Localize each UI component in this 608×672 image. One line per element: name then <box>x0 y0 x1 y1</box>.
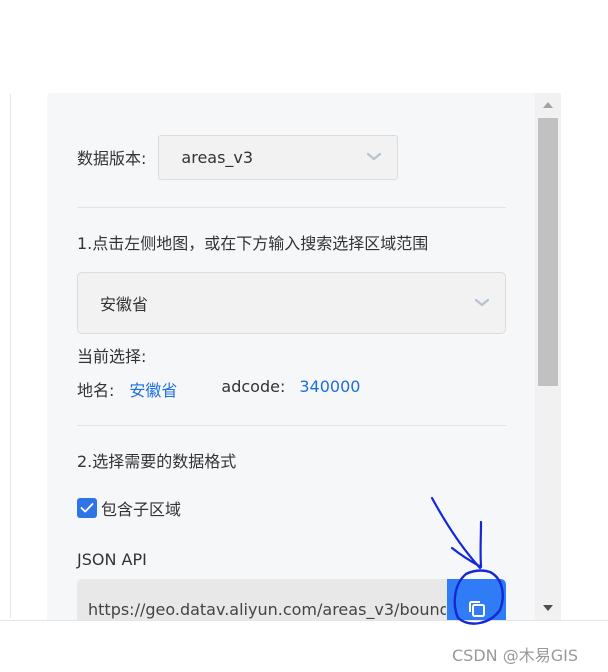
adcode-value: 340000 <box>299 377 361 396</box>
copy-url-button[interactable] <box>447 579 506 620</box>
triangle-down-icon <box>543 605 553 611</box>
region-search-select[interactable]: 安徽省 <box>77 272 506 334</box>
watermark: CSDN @木易GIS <box>452 646 578 665</box>
area-selector-panel: 数据版本: areas_v3 1.点击左侧地图，或在下方输入搜索选择区域范围 安… <box>47 93 535 620</box>
current-selection-label: 当前选择: <box>77 347 147 366</box>
section-divider <box>77 207 506 208</box>
section-divider <box>77 425 506 426</box>
scroll-thumb[interactable] <box>538 118 558 386</box>
region-select-value: 安徽省 <box>100 295 149 314</box>
copy-icon <box>468 601 485 617</box>
json-api-label: JSON API <box>77 550 147 569</box>
place-name-label: 地名: <box>77 381 115 400</box>
panel-scrollbar[interactable] <box>535 93 561 620</box>
bottom-border <box>0 620 608 621</box>
scroll-down-button[interactable] <box>535 596 561 620</box>
data-version-row: 数据版本: areas_v3 <box>77 134 399 180</box>
data-version-label: 数据版本: <box>77 149 147 168</box>
place-name-value: 安徽省 <box>129 381 178 400</box>
chevron-down-icon <box>367 153 382 161</box>
map-panel-border <box>10 94 11 618</box>
json-api-url[interactable]: https://geo.datav.aliyun.com/areas_v3/bo… <box>88 600 446 619</box>
chevron-down-icon <box>475 299 489 307</box>
step2-instruction: 2.选择需要的数据格式 <box>77 452 237 471</box>
include-subregion-label: 包含子区域 <box>101 500 182 519</box>
include-subregion-option[interactable]: 包含子区域 <box>77 496 181 520</box>
check-icon <box>80 503 94 513</box>
data-version-value: areas_v3 <box>181 147 254 167</box>
triangle-up-icon <box>543 102 553 108</box>
selection-info-row: 地名: 安徽省 adcode: 340000 <box>77 377 360 401</box>
scroll-up-button[interactable] <box>535 93 561 117</box>
json-api-field[interactable]: https://geo.datav.aliyun.com/areas_v3/bo… <box>77 579 506 620</box>
data-version-select[interactable]: areas_v3 <box>158 134 399 180</box>
include-subregion-checkbox[interactable] <box>77 498 97 518</box>
adcode-label: adcode: <box>221 377 286 396</box>
step1-instruction: 1.点击左侧地图，或在下方输入搜索选择区域范围 <box>77 234 429 253</box>
